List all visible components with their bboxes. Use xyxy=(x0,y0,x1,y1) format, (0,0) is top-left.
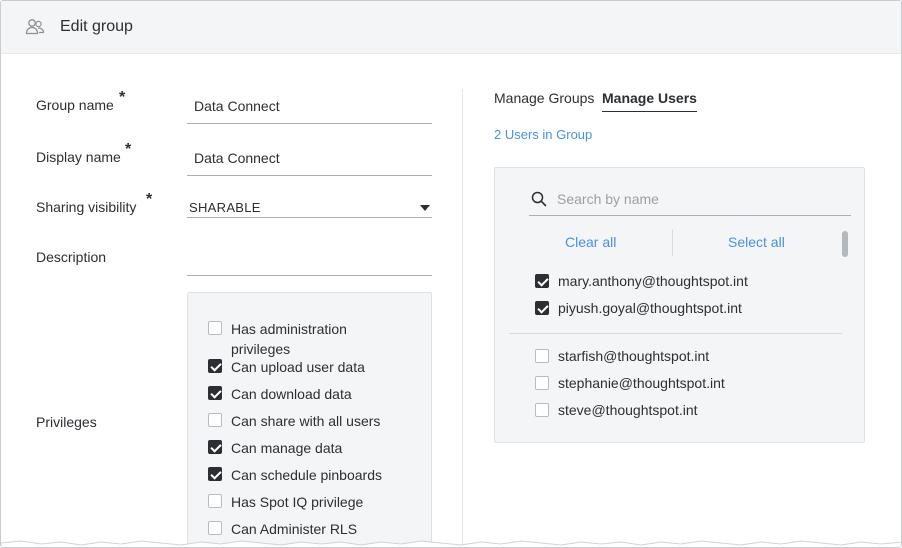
user-email: piyush.goyal@thoughtspot.int xyxy=(558,300,742,316)
checkbox[interactable] xyxy=(535,274,549,288)
group-name-label: Group name xyxy=(36,97,114,113)
dialog-header: Edit group xyxy=(1,1,901,54)
users-in-group-link[interactable]: 2 Users in Group xyxy=(494,127,592,142)
checkbox[interactable] xyxy=(535,376,549,390)
display-name-value: Data Connect xyxy=(194,150,280,166)
selected-users-divider xyxy=(509,333,842,334)
search-input[interactable] xyxy=(557,188,847,210)
sharing-visibility-label: Sharing visibility xyxy=(36,199,137,215)
select-all-button[interactable]: Select all xyxy=(728,234,785,250)
group-name-required-mark: * xyxy=(119,89,126,106)
group-name-value: Data Connect xyxy=(194,98,280,114)
description-label: Description xyxy=(36,249,107,265)
group-name-field[interactable]: Data Connect xyxy=(187,90,432,124)
checkbox[interactable] xyxy=(208,521,222,535)
sharing-visibility-required-mark: * xyxy=(146,191,153,208)
user-email: steve@thoughtspot.int xyxy=(558,402,698,418)
checkbox[interactable] xyxy=(535,301,549,315)
display-name-field[interactable]: Data Connect xyxy=(187,142,432,176)
checkbox[interactable] xyxy=(208,494,222,508)
search-bar xyxy=(529,182,851,216)
users-picker: Clear all Select all mary.anthony@though… xyxy=(494,167,865,443)
scrollbar-thumb[interactable] xyxy=(842,231,848,257)
user-group-icon xyxy=(25,17,45,37)
sharing-visibility-value: SHARABLE xyxy=(189,200,261,215)
checkbox[interactable] xyxy=(535,403,549,417)
user-email: starfish@thoughtspot.int xyxy=(558,348,710,364)
user-email: stephanie@thoughtspot.int xyxy=(558,375,725,391)
privileges-list: Has administration privileges Can upload… xyxy=(187,292,432,547)
checkbox[interactable] xyxy=(208,321,222,335)
checkbox[interactable] xyxy=(535,349,549,363)
user-email: mary.anthony@thoughtspot.int xyxy=(558,273,748,289)
chevron-down-icon xyxy=(420,205,430,211)
search-icon xyxy=(531,191,547,207)
sharing-visibility-select[interactable]: SHARABLE xyxy=(187,184,432,218)
panel-divider xyxy=(462,89,463,547)
tab-manage-users[interactable]: Manage Users xyxy=(602,90,697,112)
display-name-required-mark: * xyxy=(125,141,132,158)
edit-group-dialog: Edit group Group name * Data Connect Dis… xyxy=(0,0,902,548)
description-field[interactable] xyxy=(187,242,432,276)
display-name-label: Display name xyxy=(36,149,121,165)
checkbox[interactable] xyxy=(208,413,222,427)
privileges-label: Privileges xyxy=(36,414,97,430)
dialog-title: Edit group xyxy=(60,18,133,35)
actions-divider xyxy=(672,230,673,256)
torn-edge xyxy=(1,540,901,547)
clear-all-button[interactable]: Clear all xyxy=(565,234,616,250)
checkbox[interactable] xyxy=(208,386,222,400)
tab-manage-groups[interactable]: Manage Groups xyxy=(494,90,594,111)
checkbox[interactable] xyxy=(208,467,222,481)
checkbox[interactable] xyxy=(208,440,222,454)
checkbox[interactable] xyxy=(208,359,222,373)
